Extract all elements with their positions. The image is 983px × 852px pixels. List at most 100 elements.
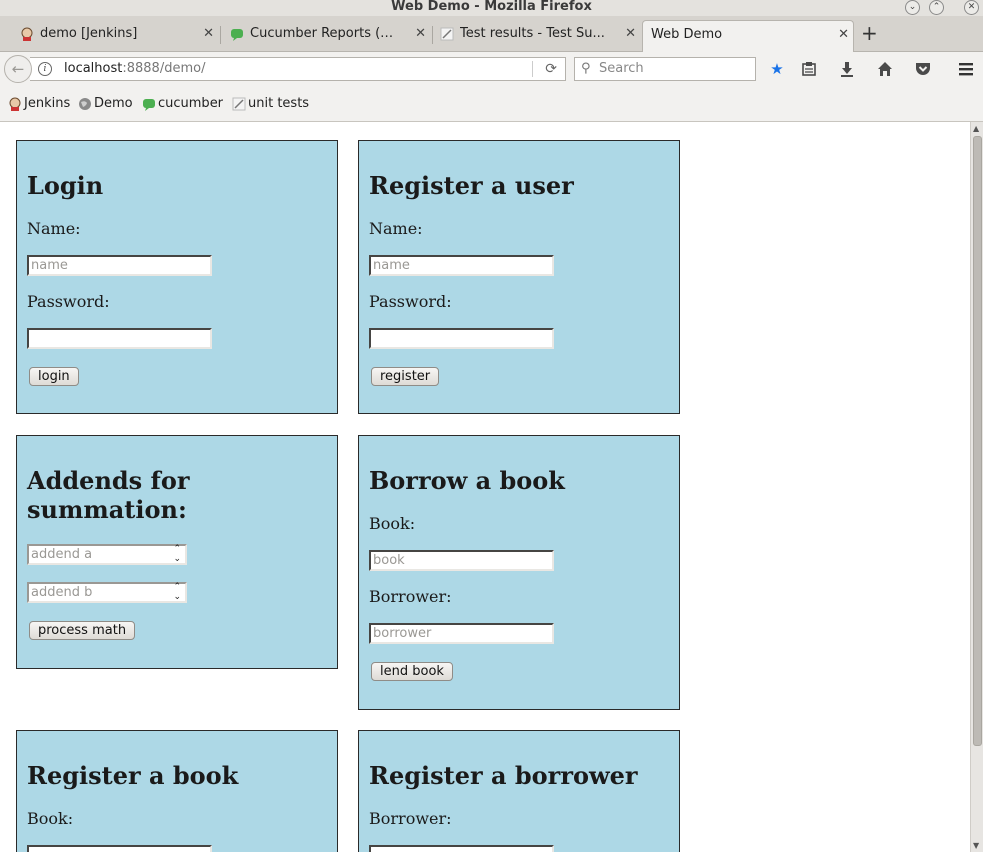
- register-book-panel: Register a book Book:: [16, 730, 338, 852]
- bookmark-label: unit tests: [248, 96, 310, 111]
- register-borrower-label: Borrower:: [369, 809, 452, 828]
- math-panel: Addends for summation: addend a ⌃ ⌄ adden…: [16, 435, 338, 669]
- addend-b-spinner-icon[interactable]: ⌃ ⌄: [173, 582, 181, 602]
- navigation-bar: i localhost:8888/demo/ ⟳ ← ⚲ Search ★: [0, 52, 983, 86]
- register-borrower-input[interactable]: [369, 845, 554, 852]
- tab-separator: [220, 26, 221, 44]
- register-name-label: Name:: [369, 219, 423, 238]
- math-heading-line2: summation:: [27, 495, 187, 524]
- addend-b-placeholder: addend b: [31, 585, 93, 600]
- addend-a-spinner-icon[interactable]: ⌃ ⌄: [173, 544, 181, 564]
- url-bar[interactable]: i localhost:8888/demo/ ⟳: [30, 57, 566, 81]
- window-title: Web Demo - Mozilla Firefox: [391, 0, 592, 14]
- process-math-button[interactable]: process math: [29, 621, 136, 640]
- url-divider: [532, 61, 533, 77]
- login-name-input[interactable]: [27, 255, 212, 276]
- menu-icon[interactable]: [957, 60, 975, 78]
- register-borrower-panel: Register a borrower Borrower:: [358, 730, 680, 852]
- minimize-icon[interactable]: ⌄: [905, 0, 920, 15]
- tab-label: Web Demo: [651, 27, 723, 42]
- close-window-icon[interactable]: ✕: [964, 0, 979, 15]
- jenkins-icon: [9, 97, 21, 111]
- page-content: Login Name: Password: login Register a u…: [0, 122, 970, 852]
- register-button[interactable]: register: [371, 367, 440, 386]
- bookmark-label: cucumber: [158, 96, 224, 111]
- close-tab-icon[interactable]: ✕: [625, 20, 636, 48]
- test-results-icon: [440, 27, 454, 41]
- close-tab-icon[interactable]: ✕: [415, 20, 426, 48]
- home-icon[interactable]: [876, 60, 894, 78]
- search-placeholder: Search: [599, 61, 644, 76]
- cucumber-icon: [231, 29, 243, 41]
- borrow-book-input[interactable]: [369, 550, 554, 571]
- math-heading-line1: Addends for: [27, 466, 190, 495]
- scroll-down-icon[interactable]: ▼: [973, 841, 979, 850]
- tab-web-demo[interactable]: Web Demo ✕: [642, 20, 854, 52]
- register-book-input[interactable]: [27, 845, 212, 852]
- login-panel: Login Name: Password: login: [16, 140, 338, 414]
- lend-book-button[interactable]: lend book: [371, 662, 453, 681]
- url-path: :8888/demo/: [122, 61, 206, 76]
- download-icon[interactable]: [838, 60, 856, 78]
- back-arrow-icon: ←: [11, 60, 25, 78]
- bookmark-demo[interactable]: Demo: [78, 95, 133, 113]
- borrow-heading: Borrow a book: [369, 466, 565, 495]
- register-book-label: Book:: [27, 809, 74, 828]
- login-password-label: Password:: [27, 292, 110, 311]
- back-button[interactable]: ←: [4, 55, 32, 83]
- browser-window: Web Demo - Mozilla Firefox ⌄ ⌃ ✕ demo [J…: [0, 0, 983, 852]
- login-heading: Login: [27, 171, 104, 200]
- tab-strip: demo [Jenkins] ✕ Cucumber Reports (n... …: [0, 16, 983, 52]
- register-password-input[interactable]: [369, 328, 554, 349]
- url-host: localhost: [64, 61, 123, 76]
- bookmark-label: Jenkins: [24, 96, 71, 111]
- borrow-borrower-label: Borrower:: [369, 587, 452, 606]
- search-input[interactable]: ⚲ Search: [574, 57, 756, 81]
- login-button[interactable]: login: [29, 367, 79, 386]
- register-user-panel: Register a user Name: Password: register: [358, 140, 680, 414]
- tab-label: Cucumber Reports (n...: [250, 26, 400, 41]
- register-password-label: Password:: [369, 292, 452, 311]
- borrow-book-label: Book:: [369, 514, 416, 533]
- login-name-label: Name:: [27, 219, 81, 238]
- site-info-icon[interactable]: i: [38, 62, 52, 76]
- bookmark-unit-tests[interactable]: unit tests: [232, 95, 309, 113]
- tab-jenkins[interactable]: demo [Jenkins] ✕: [16, 20, 218, 52]
- bookmark-label: Demo: [94, 96, 133, 111]
- url-text[interactable]: localhost:8888/demo/: [64, 58, 205, 80]
- tab-test-results[interactable]: Test results - Test Su... ✕: [436, 20, 640, 52]
- bookmark-jenkins[interactable]: Jenkins: [8, 95, 70, 113]
- tab-label: demo [Jenkins]: [40, 26, 138, 41]
- register-name-input[interactable]: [369, 255, 554, 276]
- scroll-up-icon[interactable]: ▲: [973, 124, 979, 133]
- tab-label: Test results - Test Su...: [460, 26, 605, 41]
- addend-b-input[interactable]: addend b ⌃ ⌄: [27, 582, 187, 603]
- close-tab-icon[interactable]: ✕: [203, 20, 214, 48]
- new-tab-icon[interactable]: +: [861, 21, 878, 45]
- register-user-heading: Register a user: [369, 171, 574, 200]
- cucumber-icon: [143, 99, 155, 111]
- title-bar: Web Demo - Mozilla Firefox ⌄ ⌃ ✕: [0, 0, 983, 16]
- borrow-book-panel: Borrow a book Book: Borrower: lend book: [358, 435, 680, 710]
- jenkins-icon: [21, 27, 33, 41]
- addend-a-input[interactable]: addend a ⌃ ⌄: [27, 544, 187, 565]
- test-results-icon: [232, 97, 246, 111]
- borrow-borrower-input[interactable]: [369, 623, 554, 644]
- maximize-icon[interactable]: ⌃: [929, 0, 944, 15]
- login-password-input[interactable]: [27, 328, 212, 349]
- globe-icon: [79, 98, 91, 110]
- search-icon: ⚲: [581, 61, 591, 76]
- reload-icon[interactable]: ⟳: [545, 58, 557, 80]
- tab-separator: [432, 26, 433, 44]
- register-borrower-heading: Register a borrower: [369, 761, 638, 790]
- bookmarks-toolbar: Jenkins Demo cucumber unit tests: [0, 86, 983, 122]
- bookmark-star-icon[interactable]: ★: [768, 60, 786, 78]
- bookmark-cucumber[interactable]: cucumber: [142, 95, 223, 113]
- addend-a-placeholder: addend a: [31, 547, 93, 562]
- close-tab-icon[interactable]: ✕: [838, 21, 849, 49]
- page-scrollbar[interactable]: ▲ ▼: [970, 122, 983, 852]
- scrollbar-thumb[interactable]: [973, 136, 982, 746]
- reading-list-icon[interactable]: [800, 60, 818, 78]
- pocket-icon[interactable]: [914, 60, 932, 78]
- tab-cucumber-reports[interactable]: Cucumber Reports (n... ✕: [226, 20, 430, 52]
